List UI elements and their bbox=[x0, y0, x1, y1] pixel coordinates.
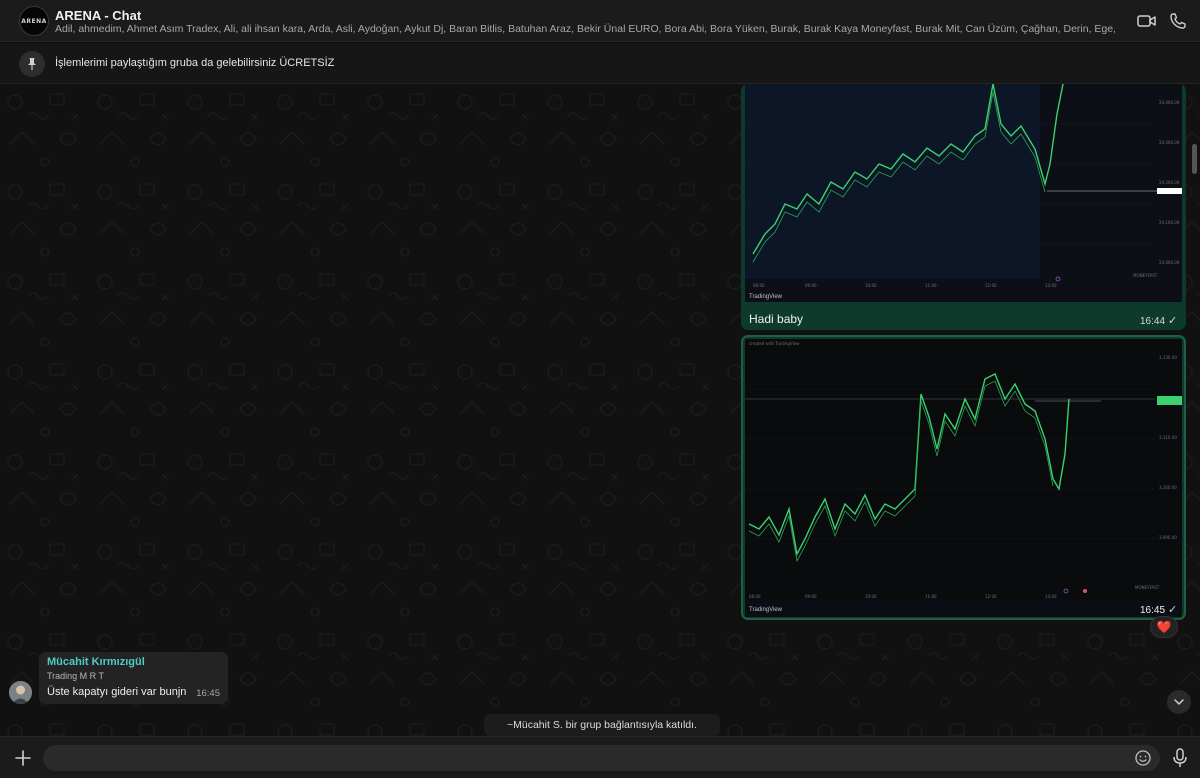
svg-text:3,110.00: 3,110.00 bbox=[1159, 435, 1177, 440]
pinned-message-text: İşlemlerimi paylaştığım gruba da gelebil… bbox=[55, 57, 335, 69]
message-time-text: 16:44 bbox=[1140, 316, 1166, 327]
tradingview-watermark: TradingView bbox=[749, 294, 783, 300]
svg-text:24,400.00: 24,400.00 bbox=[1159, 100, 1180, 105]
chat-members-list[interactable]: Adil, ahmedim, Ahmet Asım Tradex, Ali, a… bbox=[55, 23, 1115, 35]
svg-text:08:00: 08:00 bbox=[753, 283, 765, 288]
chart-screenshot-image[interactable]: 24,400.00 24,300.00 24,200.00 24,100.00 24… bbox=[745, 84, 1182, 302]
compose-bar bbox=[0, 736, 1200, 778]
svg-text:3,130.00: 3,130.00 bbox=[1159, 355, 1177, 360]
chevron-down-icon bbox=[1174, 699, 1184, 706]
sent-check-icon: ✓ bbox=[1168, 604, 1178, 616]
image-caption: Hadi baby bbox=[749, 312, 804, 326]
svg-text:13:00: 13:00 bbox=[1045, 283, 1057, 288]
chat-messages-area[interactable]: 24,400.00 24,300.00 24,200.00 24,100.00 24… bbox=[0, 84, 1200, 736]
group-avatar[interactable]: ARENA bbox=[19, 6, 49, 36]
svg-text:3,100.00: 3,100.00 bbox=[1159, 485, 1177, 490]
chat-scrollbar[interactable] bbox=[1192, 144, 1197, 174]
price-chart-image: created with TradingView 3,130.00 3,110.0… bbox=[745, 339, 1182, 599]
svg-text:11:00: 11:00 bbox=[925, 283, 937, 288]
svg-text:09:00: 09:00 bbox=[805, 594, 817, 599]
svg-text:10:00: 10:00 bbox=[865, 283, 877, 288]
svg-text:12:00: 12:00 bbox=[985, 594, 997, 599]
svg-text:09:00: 09:00 bbox=[805, 283, 817, 288]
svg-text:12:00: 12:00 bbox=[985, 283, 997, 288]
image-message-bubble[interactable]: 24,400.00 24,300.00 24,200.00 24,100.00 24… bbox=[741, 84, 1186, 330]
attach-plus-icon[interactable] bbox=[12, 747, 34, 769]
sender-subtitle: Trading M R T bbox=[47, 671, 105, 681]
svg-text:24,200.00: 24,200.00 bbox=[1159, 180, 1180, 185]
sender-avatar[interactable] bbox=[9, 681, 32, 704]
svg-text:created with TradingView: created with TradingView bbox=[749, 341, 800, 346]
svg-text:11:00: 11:00 bbox=[925, 594, 937, 599]
chart-screenshot-image[interactable]: created with TradingView 3,130.00 3,110.0… bbox=[745, 339, 1182, 617]
image-message-bubble[interactable]: created with TradingView 3,130.00 3,110.0… bbox=[741, 335, 1186, 620]
message-time: 16:45 ✓ bbox=[1140, 603, 1177, 616]
message-text: Üste kapatyı gideri var bunjn bbox=[47, 686, 187, 698]
svg-text:24,000.00: 24,000.00 bbox=[1159, 260, 1180, 265]
scroll-to-bottom-button[interactable] bbox=[1167, 690, 1191, 714]
message-time: 16:44 ✓ bbox=[1140, 314, 1177, 327]
price-chart-image: 24,400.00 24,300.00 24,200.00 24,100.00 24… bbox=[745, 84, 1182, 302]
sent-check-icon: ✓ bbox=[1168, 315, 1178, 327]
pin-icon bbox=[19, 51, 45, 77]
svg-text:08:00: 08:00 bbox=[749, 594, 761, 599]
chat-title[interactable]: ARENA - Chat bbox=[55, 8, 141, 23]
tradingview-watermark: TradingView bbox=[749, 607, 783, 613]
chat-header: ARENA ARENA - Chat Adil, ahmedim, Ahmet … bbox=[0, 0, 1200, 42]
sender-name[interactable]: Mücahit Kırmızıgül bbox=[47, 656, 145, 668]
video-camera-icon[interactable] bbox=[1136, 11, 1158, 31]
message-time-text: 16:45 bbox=[1140, 605, 1166, 616]
incoming-message-bubble[interactable]: Mücahit Kırmızıgül Trading M R T Üste ka… bbox=[39, 652, 228, 704]
svg-text:MONEYFAST: MONEYFAST bbox=[1135, 585, 1160, 590]
pinned-message-bar[interactable]: İşlemlerimi paylaştığım gruba da gelebil… bbox=[0, 43, 1200, 84]
system-notification: ~Mücahit S. bir grup bağlantısıyla katıl… bbox=[484, 714, 720, 736]
phone-icon[interactable] bbox=[1168, 11, 1190, 31]
svg-text:24,300.00: 24,300.00 bbox=[1159, 140, 1180, 145]
svg-text:10:00: 10:00 bbox=[865, 594, 877, 599]
svg-text:13:00: 13:00 bbox=[1045, 594, 1057, 599]
group-avatar-logo: ARENA bbox=[21, 17, 47, 25]
microphone-icon[interactable] bbox=[1170, 747, 1190, 769]
svg-text:MONEYFAST: MONEYFAST bbox=[1133, 273, 1158, 278]
heart-reaction-icon[interactable]: ❤️ bbox=[1150, 616, 1178, 638]
svg-text:3,090.00: 3,090.00 bbox=[1159, 535, 1177, 540]
message-time: 16:45 bbox=[196, 688, 220, 699]
svg-text:24,100.00: 24,100.00 bbox=[1159, 220, 1180, 225]
emoji-icon[interactable] bbox=[1134, 749, 1152, 767]
message-input[interactable] bbox=[43, 745, 1160, 771]
